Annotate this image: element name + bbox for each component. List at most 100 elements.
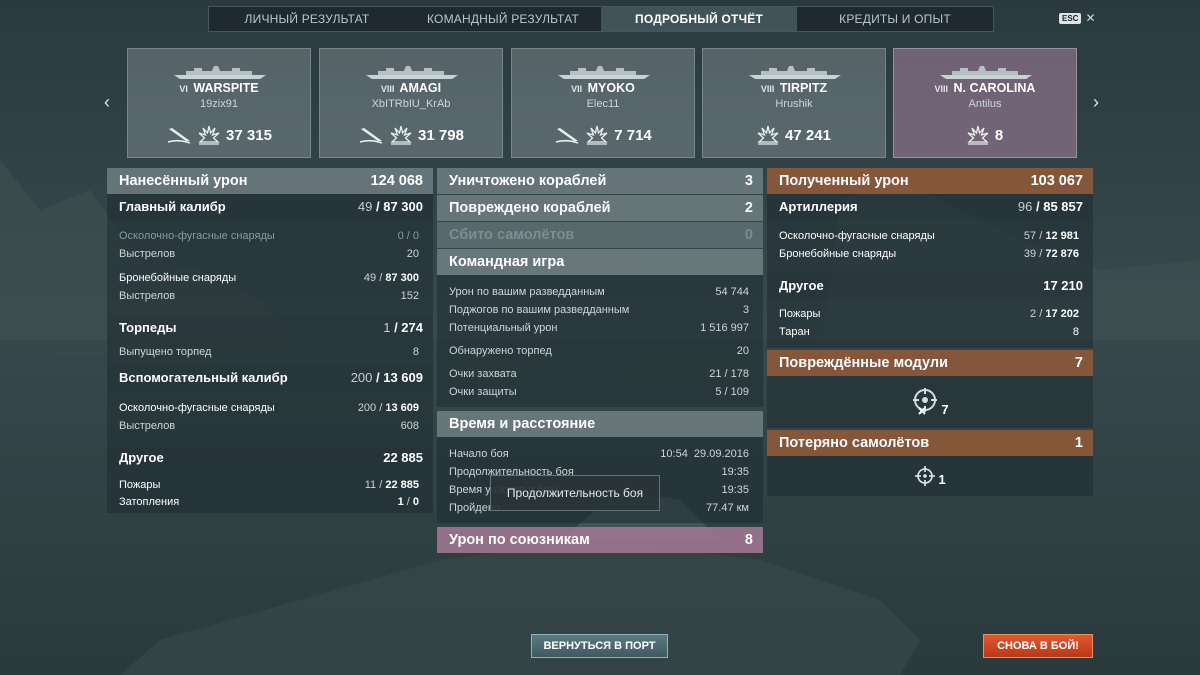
flooding-row: Затопления 1 / 0 [119, 495, 419, 508]
tab-team-result[interactable]: КОМАНДНЫЙ РЕЗУЛЬТАТ [405, 7, 601, 31]
potential-damage-row: Потенциальный урон 1 516 997 [449, 322, 749, 334]
capture-points-row: Очки захвата 21 / 178 [449, 368, 749, 380]
player-name: Hrushik [775, 98, 813, 110]
ship-card[interactable]: VIII TIRPITZ Hrushik 47 241 [702, 48, 886, 158]
time-distance-header: Время и расстояние [437, 411, 763, 437]
main-he-shots-row: Выстрелов 20 [119, 248, 419, 260]
received-other-rows: Пожары 2 / 17 202 Таран 8 [767, 298, 1093, 348]
ship-card[interactable]: VII MYOKO Elec11 7 714 [511, 48, 695, 158]
ship-card[interactable]: VI WARSPITE 19zix91 37 315 [127, 48, 311, 158]
prev-arrow-icon[interactable]: ‹ [97, 90, 117, 114]
ship-silhouette-icon [558, 66, 650, 79]
fires-row: Пожары 11 / 22 885 [119, 478, 419, 491]
secondary-rows: Осколочно-фугасные снаряды 200 / 13 609 В… [107, 390, 433, 444]
tooltip: Продолжительность боя [490, 475, 660, 511]
kill-icon [167, 128, 191, 144]
received-damage-panel: Полученный урон 103 067 Артиллерия 96 / 8… [767, 168, 1093, 496]
main-he-row: Осколочно-фугасные снаряды 0 / 0 [119, 230, 419, 242]
damaged-modules-header: Повреждённые модули 7 [767, 350, 1093, 376]
artillery-header: Артиллерия 96 / 85 857 [767, 194, 1093, 218]
dealt-damage-header: Нанесённый урон 124 068 [107, 168, 433, 194]
other-damage-rows: Пожары 11 / 22 885 Затопления 1 / 0 [107, 470, 433, 513]
received-fires-row: Пожары 2 / 17 202 [779, 308, 1079, 320]
damage-explosion-icon [757, 125, 779, 145]
player-name: 19zix91 [200, 98, 238, 110]
close-control[interactable]: ESC ✕ [1059, 11, 1096, 25]
main-ap-row: Бронебойные снаряды 49 / 87 300 [119, 272, 419, 284]
battle-again-button[interactable]: СНОВА В БОЙ! [983, 634, 1093, 658]
torpedoes-spotted-row: Обнаружено торпед 20 [449, 345, 749, 357]
damage-value: 47 241 [785, 126, 831, 144]
secondary-shots-row: Выстрелов 608 [119, 420, 419, 432]
ship-name: VII MYOKO [571, 81, 635, 95]
damage-value: 37 315 [226, 126, 272, 144]
ship-card[interactable]: VIII AMAGI XbITRbIU_KrAb 31 798 [319, 48, 503, 158]
player-name: XbITRbIU_KrAb [371, 98, 451, 110]
torpedoes-rows: Выпущено торпед 8 [107, 340, 433, 364]
ship-name: VIII N. CAROLINA [934, 81, 1036, 95]
ship-tier: VII [571, 84, 583, 94]
scout-fires-row: Поджогов по вашим разведданным 3 [449, 304, 749, 316]
esc-key-badge: ESC [1059, 12, 1082, 24]
other-damage-header: Другое 22 885 [107, 444, 433, 470]
kill-icon [555, 128, 579, 144]
crosshair-icon [915, 466, 936, 486]
received-ap-row: Бронебойные снаряды 39 / 72 876 [779, 248, 1079, 260]
damaged-modules-rows: 7 [767, 376, 1093, 428]
damaged-module-item: 7 [911, 386, 949, 418]
scout-damage-row: Урон по вашим разведданным 54 744 [449, 286, 749, 298]
player-name: Elec11 [586, 98, 620, 110]
plane-lost-item: 1 [914, 465, 946, 487]
planes-lost-rows: 1 [767, 456, 1093, 496]
torpedoes-header: Торпеды 1 / 274 [107, 314, 433, 340]
main-battery-rows: Осколочно-фугасные снаряды 0 / 0 Выстрело… [107, 218, 433, 314]
ship-card[interactable]: VIII N. CAROLINA Antilus 8 [893, 48, 1077, 158]
received-damage-header: Полученный урон 103 067 [767, 168, 1093, 194]
tab-bar: ЛИЧНЫЙ РЕЗУЛЬТАТ КОМАНДНЫЙ РЕЗУЛЬТАТ ПОД… [208, 6, 994, 32]
next-arrow-icon[interactable]: › [1086, 90, 1106, 114]
battle-start-row: Начало боя 10:54 29.09.2016 [449, 448, 749, 460]
ship-tier: VIII [380, 84, 395, 94]
tab-credits-xp[interactable]: КРЕДИТЫ И ОПЫТ [797, 7, 993, 31]
player-name: Antilus [968, 98, 1002, 110]
card-stats: 47 241 [703, 125, 885, 145]
destroyed-header: Уничтожено кораблей 3 [437, 168, 763, 194]
ship-tier: VI [179, 84, 188, 94]
damage-value: 8 [994, 126, 1004, 144]
card-stats: 31 798 [320, 125, 502, 145]
ship-silhouette-icon [749, 66, 841, 79]
tab-personal-result[interactable]: ЛИЧНЫЙ РЕЗУЛЬТАТ [209, 7, 405, 31]
defense-points-row: Очки защиты 5 / 109 [449, 386, 749, 398]
card-stats: 37 315 [128, 125, 310, 145]
damage-value: 7 714 [614, 126, 652, 144]
card-stats: 7 714 [512, 125, 694, 145]
artillery-rows: Осколочно-фугасные снаряды 57 / 12 981 Бр… [767, 218, 1093, 272]
team-play-header: Командная игра [437, 249, 763, 275]
main-ap-shots-row: Выстрелов 152 [119, 290, 419, 302]
ship-silhouette-icon [366, 66, 458, 79]
card-stats: 8 [894, 125, 1076, 145]
ally-damage-header: Урон по союзникам 8 [437, 527, 763, 553]
secondary-header: Вспомогательный калибр 200 / 13 609 [107, 364, 433, 390]
tab-detailed-report[interactable]: ПОДРОБНЫЙ ОТЧЁТ [601, 7, 797, 31]
planes-shot-header: Сбито самолётов 0 [437, 222, 763, 248]
ship-silhouette-icon [174, 66, 266, 79]
ship-name: VIII AMAGI [380, 81, 442, 95]
dealt-damage-panel: Нанесённый урон 124 068 Главный калибр 4… [107, 168, 433, 513]
ship-tier: VIII [934, 84, 949, 94]
return-to-port-button[interactable]: ВЕРНУТЬСЯ В ПОРТ [531, 634, 668, 658]
ship-name: VIII TIRPITZ [760, 81, 828, 95]
damage-explosion-icon [390, 125, 412, 145]
torpedoes-fired-row: Выпущено торпед 8 [119, 346, 419, 358]
received-he-row: Осколочно-фугасные снаряды 57 / 12 981 [779, 230, 1079, 242]
planes-lost-header: Потеряно самолётов 1 [767, 430, 1093, 456]
secondary-he-row: Осколочно-фугасные снаряды 200 / 13 609 [119, 402, 419, 414]
ship-silhouette-icon [940, 66, 1032, 79]
received-other-header: Другое 17 210 [767, 272, 1093, 298]
kill-icon [359, 128, 383, 144]
damaged-header: Повреждено кораблей 2 [437, 195, 763, 221]
team-play-rows: Урон по вашим разведданным 54 744 Поджого… [437, 275, 763, 407]
damage-explosion-icon [198, 125, 220, 145]
damaged-module-icon [913, 388, 938, 415]
close-icon[interactable]: ✕ [1085, 11, 1095, 25]
